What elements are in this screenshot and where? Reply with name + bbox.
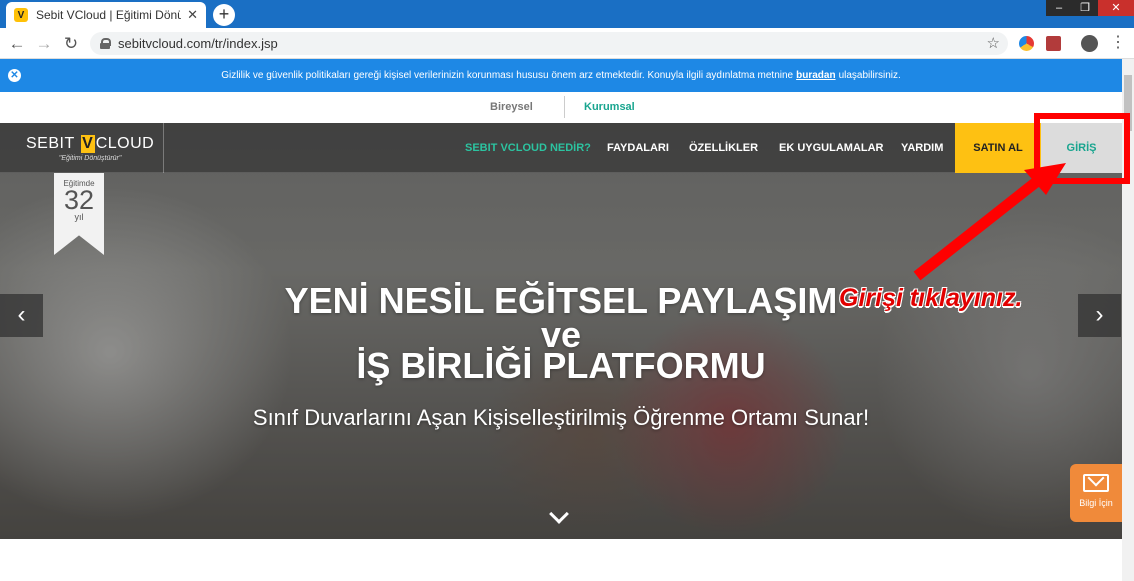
- annotation-arrow-icon: [913, 163, 1066, 281]
